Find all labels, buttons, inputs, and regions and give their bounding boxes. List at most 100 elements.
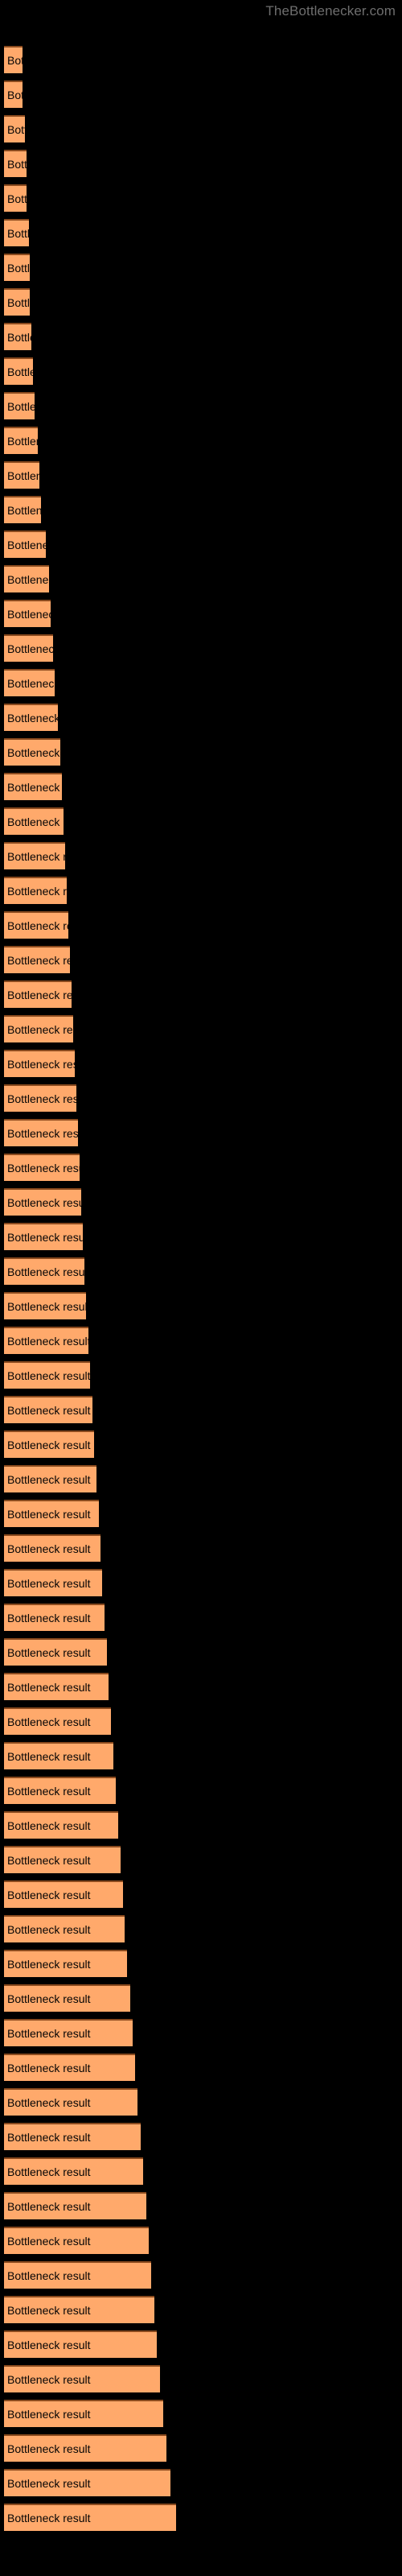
bar[interactable]: Bottleneck result	[4, 1673, 109, 1700]
bar[interactable]: Bottleneck result	[4, 877, 67, 904]
bar[interactable]: Bottleneck result	[4, 1084, 76, 1112]
bar[interactable]: Bottleneck result	[4, 1154, 80, 1181]
bar-label: Bottleneck result	[7, 2027, 91, 2040]
bar[interactable]: Bottleneck result	[4, 46, 23, 73]
bar[interactable]: Bottleneck result	[4, 1327, 88, 1354]
bar[interactable]: Bottleneck result	[4, 1396, 92, 1423]
bar[interactable]: Bottleneck result	[4, 1880, 123, 1908]
bar[interactable]: Bottleneck result	[4, 461, 39, 489]
bar[interactable]: Bottleneck result	[4, 2261, 151, 2289]
bar[interactable]: Bottleneck result	[4, 2192, 146, 2219]
bar-row: Bottleneck result	[0, 1534, 402, 1563]
bar[interactable]: Bottleneck result	[4, 2296, 154, 2323]
bar-row: Bottleneck result	[0, 2400, 402, 2428]
bar[interactable]: Bottleneck result	[4, 2227, 149, 2254]
bar[interactable]: Bottleneck result	[4, 1188, 81, 1216]
bar[interactable]: Bottleneck result	[4, 1777, 116, 1804]
bar[interactable]: Bottleneck result	[4, 600, 51, 627]
bar-label: Bottleneck result	[7, 2200, 91, 2213]
bar[interactable]: Bottleneck result	[4, 115, 25, 142]
bar[interactable]: Bottleneck result	[4, 1500, 99, 1527]
bar[interactable]: Bottleneck result	[4, 1811, 118, 1839]
bar[interactable]: Bottleneck result	[4, 323, 31, 350]
bar-row: Bottleneck result	[0, 877, 402, 905]
bar-row: Bottleneck result	[0, 565, 402, 593]
bar-label: Bottleneck result	[7, 2512, 91, 2524]
bar[interactable]: Bottleneck result	[4, 1119, 78, 1146]
bar[interactable]: Bottleneck result	[4, 427, 38, 454]
bar-row: Bottleneck result	[0, 2227, 402, 2255]
bar[interactable]: Bottleneck result	[4, 704, 58, 731]
bar[interactable]: Bottleneck result	[4, 1050, 75, 1077]
bar[interactable]: Bottleneck result	[4, 773, 62, 800]
bar[interactable]: Bottleneck result	[4, 530, 46, 558]
bar-row: Bottleneck result	[0, 2192, 402, 2220]
bar[interactable]: Bottleneck result	[4, 669, 55, 696]
bar[interactable]: Bottleneck result	[4, 634, 53, 662]
bar[interactable]: Bottleneck result	[4, 911, 68, 939]
bar[interactable]: Bottleneck result	[4, 1984, 130, 2012]
bar-label: Bottleneck result	[7, 2269, 91, 2282]
bar[interactable]: Bottleneck result	[4, 738, 60, 766]
bar[interactable]: Bottleneck result	[4, 1604, 105, 1631]
bar[interactable]: Bottleneck result	[4, 1742, 113, 1769]
bar[interactable]: Bottleneck result	[4, 1534, 100, 1562]
bar[interactable]: Bottleneck result	[4, 288, 30, 316]
bar-row: Bottleneck result	[0, 807, 402, 836]
bar[interactable]: Bottleneck result	[4, 2054, 135, 2081]
bar[interactable]: Bottleneck result	[4, 1569, 102, 1596]
bar[interactable]: Bottleneck result	[4, 2504, 176, 2531]
bar[interactable]: Bottleneck result	[4, 1465, 96, 1492]
bar-row: Bottleneck result	[0, 1084, 402, 1113]
bar-label: Bottleneck result	[7, 2339, 91, 2351]
bar[interactable]: Bottleneck result	[4, 496, 41, 523]
bar[interactable]: Bottleneck result	[4, 1015, 73, 1042]
bar[interactable]: Bottleneck result	[4, 946, 70, 973]
bar[interactable]: Bottleneck result	[4, 392, 35, 419]
bar-row: Bottleneck result	[0, 1742, 402, 1770]
bar[interactable]: Bottleneck result	[4, 1707, 111, 1735]
bar-label: Bottleneck result	[7, 2062, 91, 2074]
bar[interactable]: Bottleneck result	[4, 1846, 121, 1873]
bar-label: Bottleneck result	[7, 54, 23, 67]
bar[interactable]: Bottleneck result	[4, 2434, 166, 2462]
bar-label: Bottleneck result	[7, 1300, 86, 1313]
bar-label: Bottleneck result	[7, 2477, 91, 2490]
bar-row: Bottleneck result	[0, 530, 402, 559]
bar[interactable]: Bottleneck result	[4, 1223, 83, 1250]
bar[interactable]: Bottleneck result	[4, 2365, 160, 2392]
bar[interactable]: Bottleneck result	[4, 842, 65, 869]
bar[interactable]: Bottleneck result	[4, 565, 49, 592]
bar[interactable]: Bottleneck result	[4, 2469, 170, 2496]
bar-row: Bottleneck result	[0, 1257, 402, 1286]
bar-label: Bottleneck result	[7, 2304, 91, 2317]
bar[interactable]: Bottleneck result	[4, 219, 29, 246]
bar[interactable]: Bottleneck result	[4, 1292, 86, 1319]
bar[interactable]: Bottleneck result	[4, 357, 33, 385]
bar[interactable]: Bottleneck result	[4, 2019, 133, 2046]
bar[interactable]: Bottleneck result	[4, 1257, 84, 1285]
bar[interactable]: Bottleneck result	[4, 150, 27, 177]
bar-label: Bottleneck result	[7, 919, 68, 932]
bar[interactable]: Bottleneck result	[4, 2330, 157, 2358]
bar[interactable]: Bottleneck result	[4, 980, 72, 1008]
bar[interactable]: Bottleneck result	[4, 2157, 143, 2185]
bar[interactable]: Bottleneck result	[4, 1638, 107, 1666]
bar-label: Bottleneck result	[7, 1889, 91, 1901]
bar[interactable]: Bottleneck result	[4, 184, 27, 212]
bar-label: Bottleneck result	[7, 746, 60, 759]
bar[interactable]: Bottleneck result	[4, 1430, 94, 1458]
bar[interactable]: Bottleneck result	[4, 2123, 141, 2150]
bar[interactable]: Bottleneck result	[4, 254, 30, 281]
bar[interactable]: Bottleneck result	[4, 1950, 127, 1977]
bar[interactable]: Bottleneck result	[4, 2088, 137, 2116]
bar[interactable]: Bottleneck result	[4, 2400, 163, 2427]
bar-row: Bottleneck result	[0, 2019, 402, 2047]
bar[interactable]: Bottleneck result	[4, 807, 64, 835]
bar[interactable]: Bottleneck result	[4, 1915, 125, 1942]
bar-label: Bottleneck result	[7, 1577, 91, 1590]
bar-label: Bottleneck result	[7, 262, 30, 275]
bar[interactable]: Bottleneck result	[4, 1361, 90, 1389]
bar[interactable]: Bottleneck result	[4, 80, 23, 108]
bar-label: Bottleneck result	[7, 1923, 91, 1936]
